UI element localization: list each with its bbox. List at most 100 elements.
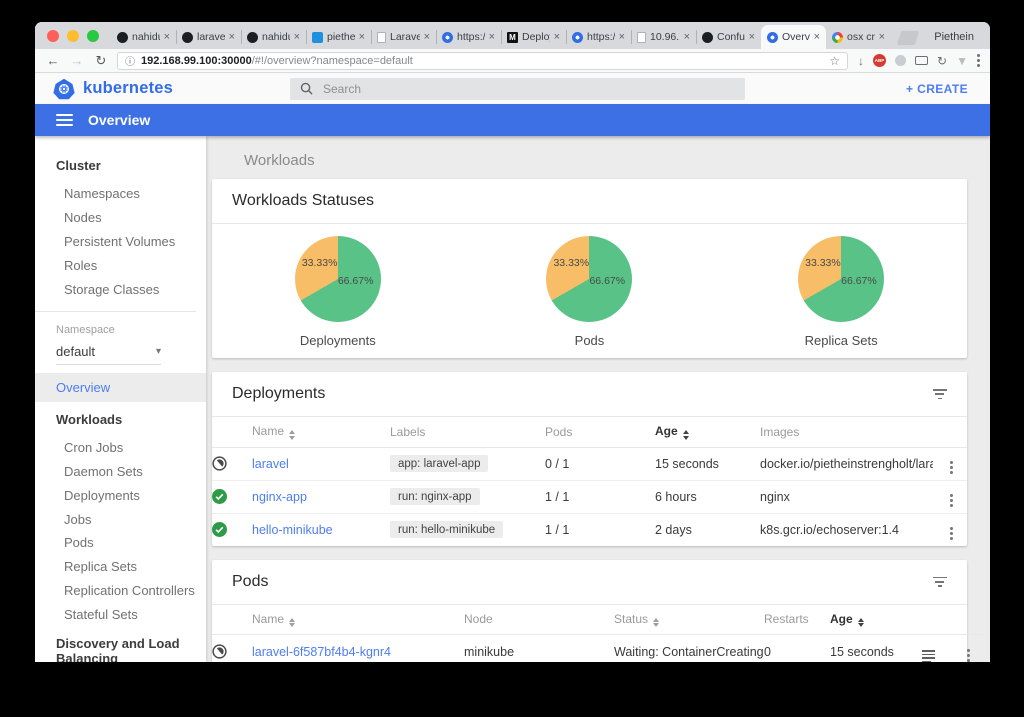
column-header-name[interactable]: Name bbox=[252, 605, 464, 635]
browser-tab[interactable]: 10.96.13× bbox=[631, 25, 696, 49]
row-menu-icon[interactable] bbox=[950, 461, 953, 474]
tab-close-icon[interactable]: × bbox=[489, 32, 495, 43]
filter-icon[interactable] bbox=[932, 389, 947, 399]
tab-close-icon[interactable]: × bbox=[619, 32, 625, 43]
sidebar-header-discovery[interactable]: Discovery and Load Balancing bbox=[35, 626, 206, 662]
browser-tab[interactable]: nahidulh× bbox=[111, 25, 176, 49]
sidebar-item-overview[interactable]: Overview bbox=[35, 373, 206, 402]
browser-tab-active[interactable]: Overview× bbox=[761, 25, 826, 49]
adblock-icon[interactable]: ABP bbox=[873, 54, 886, 67]
url-host: 192.168.99.100:30000 bbox=[141, 55, 252, 67]
tab-close-icon[interactable]: × bbox=[229, 32, 235, 43]
deployment-link[interactable]: laravel bbox=[252, 457, 289, 471]
deployments-pie-chart[interactable]: 33.33% 66.67% bbox=[295, 236, 381, 322]
sidebar-item-stateful-sets[interactable]: Stateful Sets bbox=[35, 602, 206, 626]
sidebar-item-persistent-volumes[interactable]: Persistent Volumes bbox=[35, 230, 206, 254]
column-header-node[interactable]: Node bbox=[464, 605, 614, 635]
column-header-age[interactable]: Age bbox=[655, 417, 760, 447]
browser-tab[interactable]: Laravel× bbox=[371, 25, 436, 49]
column-header-age[interactable]: Age bbox=[830, 605, 922, 635]
sidebar-item-daemon-sets[interactable]: Daemon Sets bbox=[35, 460, 206, 484]
tab-close-icon[interactable]: × bbox=[424, 32, 430, 43]
row-menu-icon[interactable] bbox=[950, 494, 953, 507]
sidebar-item-storage-classes[interactable]: Storage Classes bbox=[35, 277, 206, 301]
download-extension-icon[interactable]: ↓ bbox=[858, 55, 864, 67]
browser-window: nahidulh× laravel-c× nahidulh× piethein×… bbox=[35, 22, 990, 662]
cell-images: nginx bbox=[760, 480, 933, 513]
disabled-extension-icon[interactable] bbox=[895, 55, 906, 66]
deployment-link[interactable]: hello-minikube bbox=[252, 523, 333, 537]
downloads-chevron-icon[interactable]: ▼ bbox=[956, 55, 968, 67]
tab-close-icon[interactable]: × bbox=[164, 32, 170, 43]
postman-extension-icon[interactable] bbox=[915, 56, 928, 65]
column-header-status[interactable]: Status bbox=[614, 605, 764, 635]
browser-tab[interactable]: Confusin× bbox=[696, 25, 761, 49]
sidebar-item-nodes[interactable]: Nodes bbox=[35, 206, 206, 230]
column-header-labels[interactable]: Labels bbox=[390, 417, 545, 447]
namespace-label: Namespace bbox=[35, 320, 206, 336]
close-window-button[interactable] bbox=[47, 30, 59, 42]
sidebar-item-replica-sets[interactable]: Replica Sets bbox=[35, 555, 206, 579]
replica-sets-pie-chart[interactable]: 33.33% 66.67% bbox=[798, 236, 884, 322]
browser-tab[interactable]: osx crea× bbox=[826, 25, 891, 49]
sidebar-item-cron-jobs[interactable]: Cron Jobs bbox=[35, 436, 206, 460]
deployment-link[interactable]: nginx-app bbox=[252, 490, 307, 504]
sidebar-item-pods[interactable]: Pods bbox=[35, 531, 206, 555]
pods-pie-chart[interactable]: 33.33% 66.67% bbox=[546, 236, 632, 322]
sidebar-item-jobs[interactable]: Jobs bbox=[35, 507, 206, 531]
docker-icon bbox=[312, 32, 323, 43]
chevron-down-icon: ▾ bbox=[156, 346, 161, 357]
search-input[interactable]: Search bbox=[290, 78, 745, 100]
browser-tab[interactable]: MDeploy y× bbox=[501, 25, 566, 49]
tab-close-icon[interactable]: × bbox=[749, 32, 755, 43]
new-tab-button[interactable] bbox=[897, 31, 920, 45]
column-header-images[interactable]: Images bbox=[760, 417, 933, 447]
github-icon bbox=[182, 32, 193, 43]
column-header-pods[interactable]: Pods bbox=[545, 417, 655, 447]
browser-tab[interactable]: https://k× bbox=[566, 25, 631, 49]
row-menu-icon[interactable] bbox=[967, 649, 970, 662]
sidebar-item-namespaces[interactable]: Namespaces bbox=[35, 182, 206, 206]
tab-close-icon[interactable]: × bbox=[554, 32, 560, 43]
content: Cluster Namespaces Nodes Persistent Volu… bbox=[35, 136, 990, 662]
create-button[interactable]: + CREATE bbox=[906, 82, 968, 96]
tab-close-icon[interactable]: × bbox=[814, 32, 820, 43]
browser-tab[interactable]: piethein× bbox=[306, 25, 371, 49]
browser-tab[interactable]: https://k× bbox=[436, 25, 501, 49]
sidebar-header-cluster[interactable]: Cluster bbox=[35, 148, 206, 182]
hamburger-menu-icon[interactable] bbox=[56, 114, 73, 126]
sidebar-header-workloads[interactable]: Workloads bbox=[35, 402, 206, 436]
cell-pods: 0 / 1 bbox=[545, 447, 655, 480]
pod-link[interactable]: laravel-6f587bf4b4-kgnr4 bbox=[252, 645, 391, 659]
sidebar-item-roles[interactable]: Roles bbox=[35, 253, 206, 277]
minimize-window-button[interactable] bbox=[67, 30, 79, 42]
tab-close-icon[interactable]: × bbox=[359, 32, 365, 43]
kubernetes-brand[interactable]: kubernetes bbox=[53, 78, 173, 100]
table-row: laravel-6f587bf4b4-kgnr4 minikube Waitin… bbox=[212, 635, 984, 663]
logs-icon[interactable] bbox=[922, 650, 935, 662]
browser-menu-icon[interactable] bbox=[977, 54, 980, 67]
filter-icon[interactable] bbox=[932, 577, 947, 587]
bookmark-star-icon[interactable]: ☆ bbox=[829, 54, 840, 68]
column-header-name[interactable]: Name bbox=[252, 417, 390, 447]
browser-tab[interactable]: nahidulh× bbox=[241, 25, 306, 49]
back-icon[interactable]: ← bbox=[45, 53, 61, 68]
sync-extension-icon[interactable]: ↻ bbox=[937, 55, 947, 67]
namespace-select[interactable]: default ▾ bbox=[56, 344, 161, 365]
zoom-window-button[interactable] bbox=[87, 30, 99, 42]
tab-close-icon[interactable]: × bbox=[684, 32, 690, 43]
sidebar-item-replication-controllers[interactable]: Replication Controllers bbox=[35, 579, 206, 603]
row-menu-icon[interactable] bbox=[950, 527, 953, 540]
browser-profile-name[interactable]: Piethein bbox=[934, 31, 980, 49]
column-header-restarts[interactable]: Restarts bbox=[764, 605, 830, 635]
sidebar-item-deployments[interactable]: Deployments bbox=[35, 483, 206, 507]
sort-icon bbox=[653, 618, 659, 628]
tab-close-icon[interactable]: × bbox=[294, 32, 300, 43]
cell-pods: 1 / 1 bbox=[545, 480, 655, 513]
tab-close-icon[interactable]: × bbox=[879, 32, 885, 43]
reload-icon[interactable]: ↻ bbox=[93, 53, 109, 69]
browser-tab[interactable]: laravel-c× bbox=[176, 25, 241, 49]
address-bar[interactable]: ⓘ 192.168.99.100:30000/#!/overview?names… bbox=[117, 52, 848, 70]
pie-slice-label: 33.33% bbox=[302, 257, 338, 269]
page-info-icon[interactable]: ⓘ bbox=[125, 53, 135, 68]
